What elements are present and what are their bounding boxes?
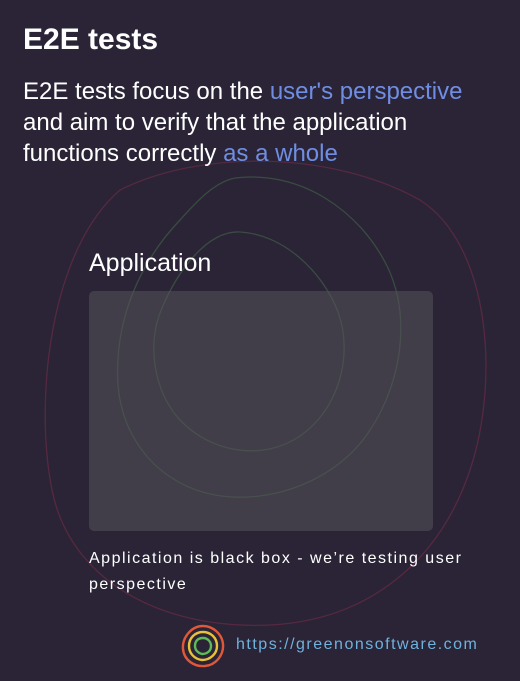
greenonsoftware-logo-icon [181, 624, 225, 668]
application-label: Application [89, 249, 212, 277]
slide: E2E tests E2E tests focus on the user's … [0, 0, 520, 681]
intro-text-1: E2E tests focus on the [23, 78, 270, 105]
intro-highlight-as-a-whole: as a whole [223, 140, 338, 167]
application-caption: Application is black box - we’re testing… [89, 550, 463, 593]
application-black-box [89, 291, 433, 531]
intro-highlight-users-perspective: user's perspective [269, 78, 463, 105]
intro-text-2: and aim to verify that the application f… [23, 109, 408, 167]
intro-paragraph: E2E tests focus on the user's perspectiv… [23, 76, 503, 169]
website-link[interactable]: https://greenonsoftware.com [236, 634, 478, 656]
page-title: E2E tests [23, 23, 159, 56]
